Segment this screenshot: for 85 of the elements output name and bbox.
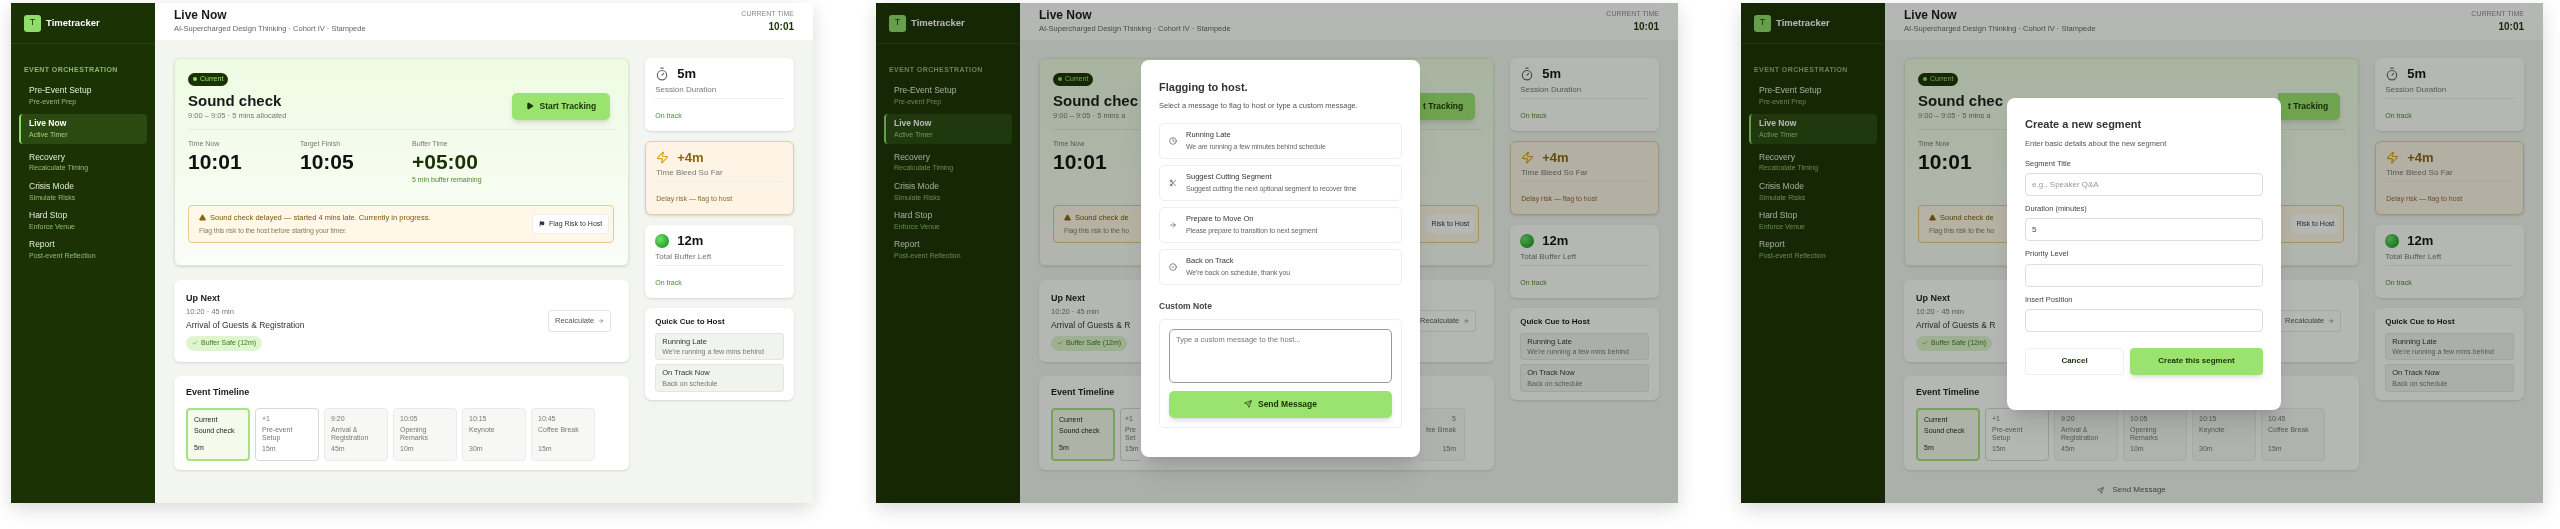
scissors-icon bbox=[1169, 178, 1177, 187]
stopwatch-icon bbox=[655, 66, 670, 81]
metric-label: Time Bleed So Far bbox=[2386, 167, 2454, 179]
warning-icon bbox=[1064, 214, 1071, 222]
input-field[interactable] bbox=[2025, 308, 2263, 332]
start-tracking-button[interactable]: Start Tracking bbox=[511, 93, 611, 120]
page-title: Live Now bbox=[174, 8, 228, 24]
check-icon bbox=[192, 340, 198, 347]
logo-icon: T bbox=[1754, 14, 1771, 32]
logo-icon: T bbox=[24, 14, 41, 32]
stopwatch-icon bbox=[1520, 66, 1535, 81]
create-segment-button[interactable]: Create this segment bbox=[2130, 347, 2263, 375]
clock-value: 10:01 bbox=[2498, 20, 2524, 35]
quick-cue-heading: Quick Cue to Host bbox=[1520, 315, 1591, 328]
app-name: Timetracker bbox=[46, 15, 100, 30]
metric-value: 12m bbox=[677, 232, 704, 250]
up-next-title: Arrival of Guests & R bbox=[1051, 319, 1131, 332]
up-next-title: Arrival of Guests & R bbox=[1916, 319, 1996, 332]
flag-icon bbox=[538, 221, 545, 228]
up-next-heading: Up Next bbox=[1916, 291, 1951, 305]
app-name: Timetracker bbox=[911, 15, 965, 30]
start-tracking-button[interactable]: t Tracking bbox=[2278, 93, 2341, 120]
timeline-heading: Event Timeline bbox=[186, 386, 251, 399]
metric-value: 12m bbox=[2407, 232, 2434, 250]
stat-value: 10:05 bbox=[300, 149, 355, 175]
timeline-heading: Event Timeline bbox=[1916, 386, 1981, 399]
stat-value: 10:01 bbox=[188, 149, 243, 175]
segment-title: Sound check bbox=[188, 91, 283, 111]
warning-icon bbox=[199, 214, 206, 222]
metric-label: Session Duration bbox=[2385, 83, 2448, 96]
check-icon bbox=[1057, 340, 1063, 347]
stat-value: 10:01 bbox=[1053, 149, 1108, 175]
quick-cue-heading: Quick Cue to Host bbox=[2385, 315, 2456, 328]
arrow-right-icon bbox=[598, 318, 605, 324]
check-icon bbox=[1922, 340, 1928, 347]
timeline-heading: Event Timeline bbox=[1051, 386, 1116, 399]
page-title: Live Now bbox=[1039, 8, 1093, 24]
up-next-title: Arrival of Guests & Registration bbox=[186, 319, 305, 332]
play-icon bbox=[525, 102, 534, 111]
lightning-icon bbox=[656, 150, 670, 164]
custom-note-heading: Custom Note bbox=[1159, 299, 1213, 313]
dialog-title: Create a new segment bbox=[2025, 117, 2143, 132]
metric-label: Total Buffer Left bbox=[1520, 250, 1578, 263]
cancel-button[interactable]: Cancel bbox=[2025, 347, 2124, 375]
clock-value: 10:01 bbox=[1633, 20, 1659, 35]
send-icon bbox=[1243, 400, 1252, 408]
metric-label: Time Bleed So Far bbox=[656, 167, 724, 179]
arrow-right-icon bbox=[1169, 220, 1177, 229]
input-field[interactable]: 5 bbox=[2025, 218, 2263, 242]
logo-icon: T bbox=[889, 14, 906, 32]
send-message-button[interactable]: Send Message bbox=[1169, 390, 1392, 418]
metric-label: Session Duration bbox=[655, 83, 718, 96]
metric-value: +4m bbox=[1542, 148, 1569, 167]
metric-label: Total Buffer Left bbox=[2385, 250, 2443, 263]
clock-value: 10:01 bbox=[768, 20, 794, 35]
metric-value: 12m bbox=[1542, 232, 1569, 250]
input-field[interactable] bbox=[2025, 263, 2263, 287]
metric-value: 5m bbox=[2407, 65, 2427, 83]
metric-value: 5m bbox=[1542, 65, 1562, 83]
app-name: Timetracker bbox=[1776, 15, 1830, 30]
metric-value: 5m bbox=[677, 65, 697, 83]
lightning-icon bbox=[2386, 150, 2400, 164]
lightning-icon bbox=[1521, 150, 1535, 164]
check-circle-icon bbox=[1169, 262, 1177, 271]
stopwatch-icon bbox=[2385, 66, 2400, 81]
metric-label: Session Duration bbox=[1520, 83, 1583, 96]
segment-title: Sound chec bbox=[1918, 91, 2003, 111]
metric-label: Time Bleed So Far bbox=[1521, 167, 1589, 179]
metric-label: Total Buffer Left bbox=[655, 250, 713, 263]
quick-cue-heading: Quick Cue to Host bbox=[655, 315, 726, 328]
up-next-heading: Up Next bbox=[1051, 291, 1086, 305]
dialog-title: Flagging to host. bbox=[1159, 80, 1249, 95]
send-message-link[interactable]: Send Message bbox=[2097, 484, 2166, 496]
metric-value: +4m bbox=[677, 148, 704, 167]
send-icon bbox=[2097, 486, 2105, 494]
metric-value: +4m bbox=[2407, 148, 2434, 167]
up-next-heading: Up Next bbox=[186, 291, 221, 305]
clock-icon bbox=[1169, 136, 1177, 145]
stat-value: +05:00 bbox=[412, 149, 479, 175]
segment-title: Sound chec bbox=[1053, 91, 1138, 111]
warning-icon bbox=[1929, 214, 1936, 222]
arrow-right-icon bbox=[2328, 318, 2335, 324]
arrow-right-icon bbox=[1463, 318, 1470, 324]
page-title: Live Now bbox=[1904, 8, 1958, 24]
input-field[interactable]: e.g., Speaker Q&A bbox=[2025, 173, 2263, 196]
